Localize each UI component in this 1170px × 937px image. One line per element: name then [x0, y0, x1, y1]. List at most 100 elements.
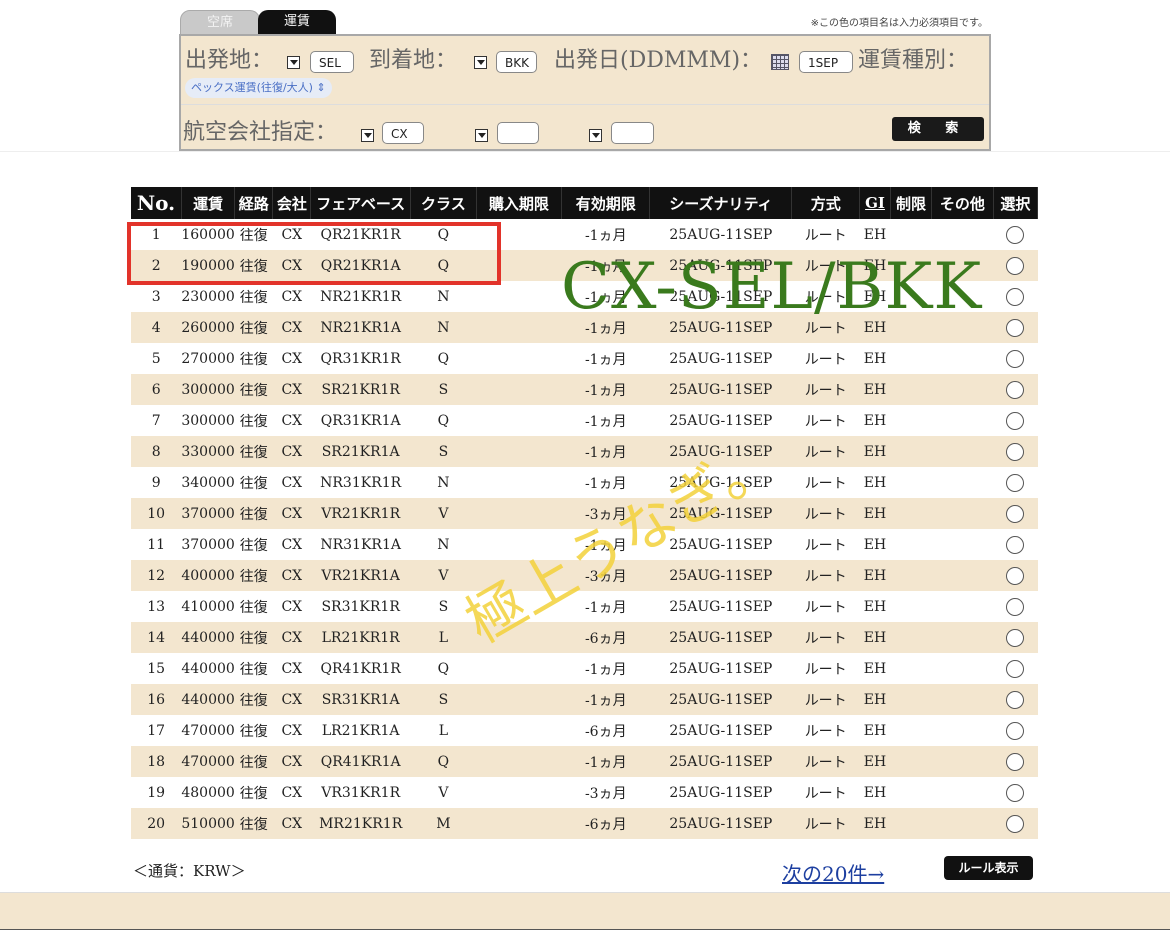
select-radio[interactable] [1006, 566, 1025, 585]
select-radio[interactable] [1006, 225, 1025, 244]
cell-farebasis: NR31KR1R [320, 474, 402, 491]
header-restriction: 制限 [890, 187, 933, 219]
updown-icon: ⇕ [316, 81, 326, 94]
select-radio[interactable] [1006, 814, 1025, 833]
select-radio[interactable] [1006, 349, 1025, 368]
cell-validity: -1ヵ月 [561, 684, 650, 715]
cell-farebasis: VR21KR1A [310, 560, 411, 591]
select-radio[interactable] [1006, 287, 1025, 306]
select-radio[interactable] [1006, 690, 1025, 709]
cell-gi: EH [859, 622, 891, 653]
origin-dropdown-icon[interactable] [287, 56, 300, 69]
cell-validity: -1ヵ月 [561, 746, 650, 777]
cell-no: 11 [147, 536, 166, 553]
select-radio[interactable] [1006, 752, 1025, 771]
select-radio[interactable] [1006, 473, 1025, 492]
cell-class: L [410, 622, 477, 653]
select-radio[interactable] [1006, 504, 1025, 523]
cell-route: 往復 [234, 436, 273, 467]
header-gi-link[interactable]: GI [859, 187, 891, 219]
cell-restriction [890, 467, 931, 498]
select-radio[interactable] [1006, 256, 1025, 275]
cell-route: 往復 [239, 661, 268, 678]
airline2-dropdown-icon[interactable] [475, 129, 488, 142]
cell-other [931, 498, 994, 529]
cell-other [931, 436, 994, 467]
route-overlay-text: CX-SEL/BKK [561, 250, 983, 324]
table-row: 14 440000 往復 CX LR21KR1R L -6ヵ月 25AUG-11SEP ルート E… [131, 622, 1038, 653]
cell-validity: -3ヵ月 [584, 785, 627, 802]
cell-no: 10 [131, 498, 182, 529]
cell-route: 往復 [234, 312, 273, 343]
select-radio[interactable] [1006, 442, 1025, 461]
cell-restriction [890, 777, 931, 808]
cell-other [932, 591, 994, 622]
tab-seats[interactable]: 空席 [180, 10, 260, 36]
cell-route: 往復 [239, 785, 268, 802]
select-radio[interactable] [1006, 628, 1025, 647]
cell-gi: EH [863, 784, 887, 801]
cell-fare: 230000 [181, 288, 235, 305]
cell-no: 17 [147, 722, 166, 739]
cell-validity: -1ヵ月 [584, 413, 627, 430]
cell-route: 往復 [234, 498, 273, 529]
airline3-dropdown-icon[interactable] [589, 129, 602, 142]
select-radio[interactable] [1006, 659, 1025, 678]
cell-farebasis: LR21KR1A [321, 722, 400, 739]
cell-restriction [890, 746, 932, 777]
airline-dropdown-icon[interactable] [361, 129, 374, 142]
cell-carrier: CX [272, 374, 311, 405]
cell-farebasis: QR41KR1A [310, 746, 411, 777]
cell-method: ルート [804, 227, 847, 244]
select-radio[interactable] [1006, 318, 1025, 337]
search-panel: 出発地： SEL 到着地： BKK 出発日(DDMMM)： 1SEP 運賃種別：… [179, 34, 991, 151]
select-radio[interactable] [1006, 535, 1025, 554]
cell-select [993, 529, 1037, 560]
table-row: 9 340000 往復 CX NR31KR1R N -1ヵ月 25AUG-11SEP ルート EH [131, 467, 1038, 498]
header-validity: 有効期限 [561, 187, 651, 219]
cell-seasonality: 25AUG-11SEP [649, 560, 792, 591]
cell-route: 往復 [234, 374, 273, 405]
cell-farebasis: QR31KR1R [320, 350, 401, 367]
next-page-link[interactable]: 次の20件→ [782, 858, 884, 887]
cell-other [932, 653, 994, 684]
date-field[interactable]: 1SEP [799, 51, 853, 73]
airline-field-2[interactable] [497, 122, 539, 144]
cell-farebasis: QR41KR1R [320, 660, 401, 677]
cell-farebasis: LR21KR1R [310, 622, 411, 653]
cell-route: 往復 [234, 808, 273, 839]
cell-validity: -1ヵ月 [561, 436, 650, 467]
header-farebasis: フェアベース [310, 187, 412, 219]
origin-label: 出発地： [185, 48, 274, 73]
airline-field-3[interactable] [611, 122, 654, 144]
header-route: 経路 [234, 187, 274, 219]
fare-type-select[interactable]: ペックス運賃(往復/大人) ⇕ [185, 78, 332, 98]
cell-select [993, 591, 1037, 622]
cell-route: 往復 [239, 351, 268, 368]
select-radio[interactable] [1006, 597, 1025, 616]
cell-no: 20 [131, 808, 182, 839]
cell-select [993, 653, 1037, 684]
cell-route: 往復 [239, 723, 268, 740]
cell-restriction [890, 343, 931, 374]
select-radio[interactable] [1006, 380, 1025, 399]
airline-field[interactable]: CX [382, 122, 424, 144]
select-radio[interactable] [1006, 411, 1025, 430]
select-radio[interactable] [1006, 721, 1025, 740]
rule-display-button[interactable]: ルール表示 [944, 856, 1033, 880]
dest-field[interactable]: BKK [496, 51, 537, 73]
select-radio[interactable] [1006, 783, 1025, 802]
calendar-icon[interactable] [771, 54, 789, 70]
search-button[interactable]: 検 索 [892, 117, 984, 141]
table-row: 20 510000 往復 CX MR21KR1R M -6ヵ月 25AUG-11SEP ルート E… [131, 808, 1038, 839]
cell-seasonality: 25AUG-11SEP [669, 784, 773, 801]
cell-purchase [476, 777, 561, 808]
tab-fares[interactable]: 運賃 [258, 10, 336, 34]
origin-field[interactable]: SEL [310, 51, 354, 73]
cell-other [931, 684, 994, 715]
dest-dropdown-icon[interactable] [474, 56, 487, 69]
cell-class: N [437, 288, 450, 305]
cell-fare: 470000 [181, 722, 235, 739]
cell-method: ルート [791, 622, 860, 653]
cell-farebasis: QR31KR1A [320, 412, 401, 429]
